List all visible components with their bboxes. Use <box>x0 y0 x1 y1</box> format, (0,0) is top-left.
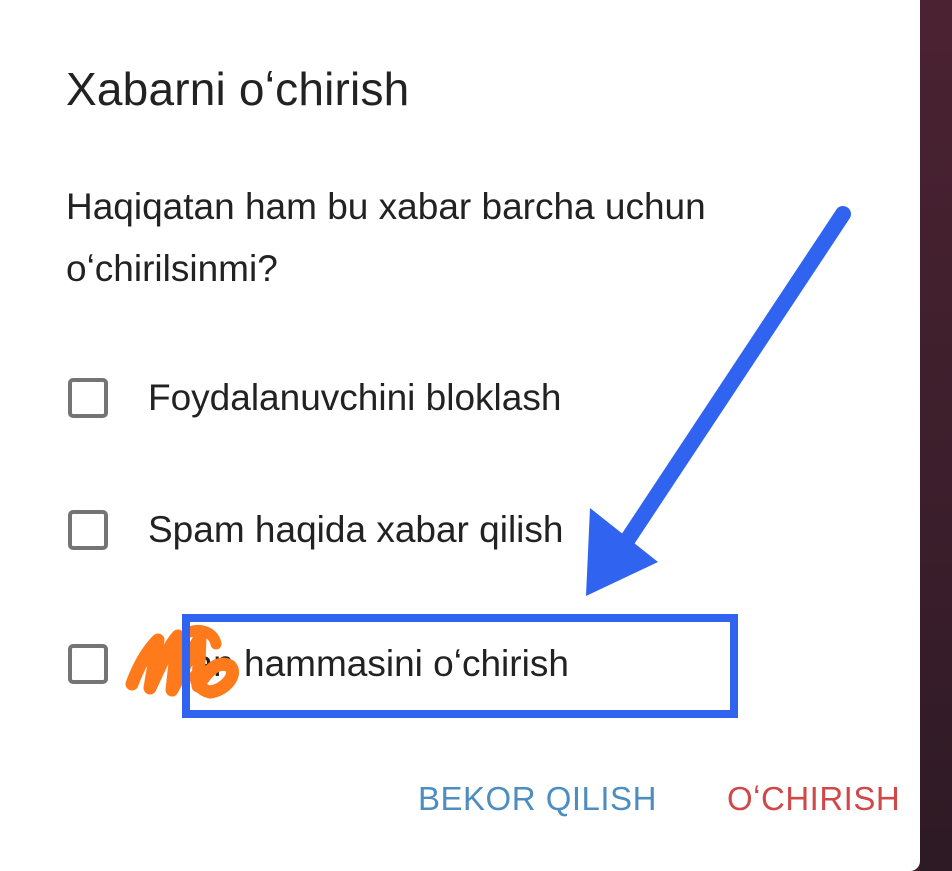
delete-button[interactable]: OʻCHIRISH <box>727 780 900 818</box>
block-user-checkbox[interactable] <box>68 378 108 418</box>
option-label: Foydalanuvchini bloklash <box>148 377 562 418</box>
delete-message-dialog: Xabarni oʻchirish Haqiqatan ham bu xabar… <box>0 0 920 871</box>
background-app-edge <box>920 0 952 871</box>
option-label: Spam haqida xabar qilish <box>148 509 564 550</box>
option-block-user[interactable]: Foydalanuvchini bloklash <box>68 368 561 428</box>
delete-all-checkbox[interactable] <box>68 644 108 684</box>
dialog-message: Haqiqatan ham bu xabar barcha uchun oʻch… <box>66 186 706 289</box>
cancel-button[interactable]: BEKOR QILISH <box>418 780 657 818</box>
annotation-highlight-box <box>182 614 738 718</box>
dialog-title: Xabarni oʻchirish <box>66 63 410 115</box>
report-spam-checkbox[interactable] <box>68 510 108 550</box>
option-report-spam[interactable]: Spam haqida xabar qilish <box>68 500 563 560</box>
